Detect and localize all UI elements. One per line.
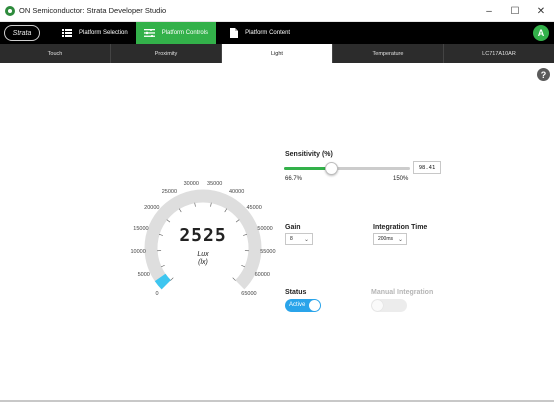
platform-selection-label: Platform Selection [79,30,128,36]
status-toggle[interactable]: Active [285,299,321,312]
sliders-icon [143,29,155,37]
gauge-tick-label: 60000 [254,271,270,278]
gauge-unit-abbrev: (lx) [198,259,208,266]
gauge-unit-label: Lux [197,251,209,258]
sensitivity-label: Sensitivity (%) [285,151,333,158]
gauge-tick-label: 25000 [161,189,177,196]
tab-temperature[interactable]: Temperature [333,44,444,63]
gauge-tick-mark [224,208,228,213]
gauge-tick-mark [158,234,163,236]
gain-dropdown[interactable]: 8 ⌄ [285,233,313,245]
sensitivity-min-label: 66.7% [285,176,303,182]
status-toggle-text: Active [289,302,306,308]
gain-label: Gain [285,224,301,231]
document-icon [230,28,239,38]
sensitivity-value-input[interactable]: 98.41 [413,161,441,174]
gauge-tick-mark [160,264,165,268]
gauge-value-readout: 2525 [179,225,227,246]
list-icon [62,29,72,37]
gauge-tick-mark [241,264,246,268]
manual-integration-label: Manual Integration [371,289,434,296]
maximize-button[interactable]: ☐ [502,0,528,22]
sensor-tabs: Touch Proximity Light Temperature LC717A… [0,44,554,63]
integration-time-dropdown[interactable]: 200ms ⌄ [373,233,407,245]
manual-integration-toggle[interactable] [371,299,407,312]
gauge-tick-mark [243,234,248,236]
tab-light[interactable]: Light [222,44,333,63]
gauge-tick-label: 30000 [183,181,199,188]
platform-content-label: Platform Content [245,30,291,36]
gauge-tick-mark [178,208,182,213]
gauge-tick-mark [166,219,171,223]
user-avatar[interactable]: A [533,25,549,41]
sensitivity-max-label: 150% [393,176,409,182]
integration-time-label: Integration Time [373,224,428,231]
gauge-tick-label: 10000 [130,248,146,255]
gauge-tick-label: 35000 [207,181,223,188]
gauge-tick-mark [170,277,174,281]
tab-proximity[interactable]: Proximity [111,44,222,63]
app-logo-icon [5,5,15,16]
gauge-tick-label: 5000 [137,271,150,278]
tab-touch[interactable]: Touch [0,44,111,63]
gauge-tick-mark [194,202,196,207]
gauge-tick-label: 40000 [228,189,245,196]
gauge-tick-label: 45000 [246,204,262,211]
gauge-tick-mark [210,202,212,207]
gauge-tick-label: 20000 [144,204,160,211]
status-label: Status [285,289,307,296]
sensitivity-slider[interactable] [284,162,410,175]
platform-controls-label: Platform Controls [161,30,209,36]
sensitivity-slider-handle[interactable] [325,162,339,175]
gauge-tick-mark [235,219,240,223]
close-button[interactable]: ✕ [528,0,554,22]
integration-time-selected-value: 200ms [378,236,394,242]
gauge-tick-label: 50000 [257,225,273,232]
gauge-tick-label: 55000 [260,248,276,255]
gauge-tick-label: 15000 [133,225,149,232]
gauge-fill [154,273,171,290]
status-toggle-knob [309,300,320,311]
gain-selected-value: 8 [290,236,293,242]
platform-controls-button[interactable]: Platform Controls [135,22,217,44]
gauge-tick-label: 0 [155,290,159,297]
window-controls: – ☐ ✕ [476,0,554,22]
chevron-down-icon: ⌄ [397,237,403,243]
platform-selection-button[interactable]: Platform Selection [54,22,136,44]
tab-lc717a10ar[interactable]: LC717A10AR [444,44,554,63]
title-bar: ON Semiconductor: Strata Developer Studi… [0,0,554,22]
minimize-button[interactable]: – [476,0,502,22]
chevron-down-icon: ⌄ [303,237,309,243]
strata-logo: Strata [4,25,40,41]
gauge-tick-mark [232,277,236,281]
help-icon[interactable]: ? [537,68,550,81]
gauge-tick-label: 65000 [241,290,257,297]
platform-content-button[interactable]: Platform Content [222,22,298,44]
top-navigation: Strata Platform Selection Platform Contr… [0,22,554,44]
manual-integration-toggle-knob [372,300,383,311]
window-title: ON Semiconductor: Strata Developer Studi… [19,6,167,15]
